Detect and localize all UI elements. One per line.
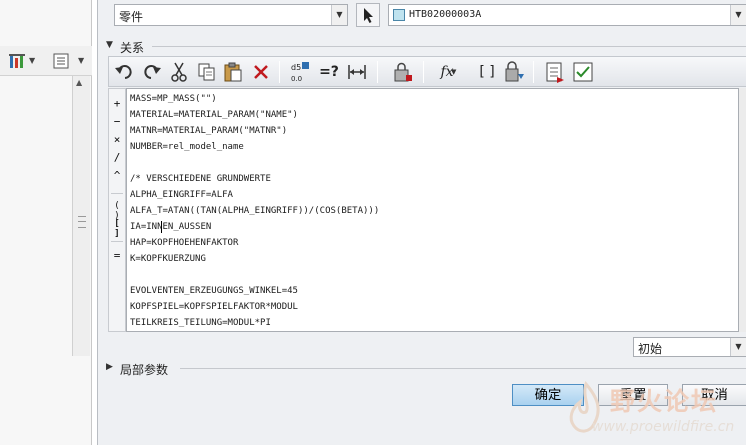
units-value: 初始 <box>638 342 663 356</box>
model-value: HTB02000003A <box>409 9 482 20</box>
relation-line: K=KOPFKUERZUNG <box>130 254 206 264</box>
equals-operator-button[interactable]: = <box>109 249 125 262</box>
toolbar-separator <box>279 61 280 83</box>
relation-line: HAP=KOPFHOEHENFAKTOR <box>130 238 239 248</box>
object-type-select[interactable]: 零件 ▼ <box>114 4 348 26</box>
tools-dropdown-icon[interactable]: ▼ <box>29 56 35 65</box>
object-type-value: 零件 <box>119 10 144 24</box>
delete-icon[interactable] <box>249 60 273 84</box>
chevron-down-icon[interactable]: ▼ <box>730 5 746 25</box>
evaluate-button[interactable]: =? <box>317 60 341 84</box>
paste-icon[interactable] <box>221 60 245 84</box>
relation-line: EVOLVENTEN_ERZEUGUNGS_WINKEL=45 <box>130 286 298 296</box>
divider <box>180 368 746 369</box>
relation-line: TEILKREIS_TEILUNG=MODUL*PI <box>130 318 271 328</box>
units-select[interactable]: 初始 ▼ <box>633 337 746 357</box>
show-icon[interactable] <box>543 60 567 84</box>
operator-column: + − × / ^ ( ) [ ] = <box>108 88 126 332</box>
reset-button[interactable]: 重置 <box>598 384 668 406</box>
parameters-button[interactable]: [ ] <box>475 60 499 84</box>
relation-line: MATERIAL=MATERIAL_PARAM("NAME") <box>130 110 298 120</box>
divide-operator-button[interactable]: / <box>109 151 125 164</box>
power-operator-button[interactable]: ^ <box>109 169 125 182</box>
left-panel: ▼ ▼ ▲ <box>0 0 92 445</box>
parentheses-operator-button[interactable]: ( ) <box>109 201 125 221</box>
plus-operator-button[interactable]: + <box>109 97 125 110</box>
relation-line: ALFA_T=ATAN((TAN(ALPHA_EINGRIFF))/(COS(B… <box>130 206 380 216</box>
chevron-down-icon[interactable]: ▼ <box>730 338 746 356</box>
divider <box>111 241 123 242</box>
check-icon[interactable] <box>571 60 595 84</box>
relations-editor[interactable]: MASS=MP_MASS("") MATERIAL=MATERIAL_PARAM… <box>126 88 739 332</box>
divider <box>152 46 746 47</box>
relation-line: KOPFSPIEL=KOPFSPIELFAKTOR*MODUL <box>130 302 298 312</box>
toolbar-separator <box>533 61 534 83</box>
relations-toolbar: d5 0.0 =? fx ▼ [ ] <box>108 56 746 87</box>
divider <box>111 193 123 194</box>
relation-line: NUMBER=rel_model_name <box>130 142 244 152</box>
local-params-section-label: 局部参数 <box>120 363 169 377</box>
undo-icon[interactable] <box>113 60 137 84</box>
pick-object-button[interactable] <box>356 3 380 27</box>
svg-text:d5: d5 <box>291 63 301 72</box>
list-dropdown-icon[interactable]: ▼ <box>78 56 84 65</box>
ok-button[interactable]: 确定 <box>512 384 584 406</box>
left-toolbar: ▼ ▼ <box>0 46 92 76</box>
editor-scrollbar[interactable] <box>739 88 746 332</box>
redo-icon[interactable] <box>139 60 163 84</box>
relations-section-header[interactable]: ▼ 关系 <box>104 38 746 55</box>
model-select[interactable]: HTB02000003A ▼ <box>388 4 746 26</box>
brackets-operator-button[interactable]: [ ] <box>109 219 125 239</box>
part-icon <box>393 9 405 21</box>
toolbar-separator <box>423 61 424 83</box>
scroll-up-icon[interactable]: ▲ <box>76 78 82 87</box>
multiply-operator-button[interactable]: × <box>109 133 125 146</box>
copy-icon[interactable] <box>195 60 219 84</box>
measure-icon[interactable] <box>345 60 369 84</box>
svg-text:0.0: 0.0 <box>291 75 302 83</box>
collapse-triangle-icon[interactable]: ▼ <box>106 40 113 50</box>
text-caret <box>161 221 162 233</box>
left-scrollbar[interactable]: ▲ <box>72 76 90 356</box>
relation-line: MASS=MP_MASS("") <box>130 94 217 104</box>
minus-operator-button[interactable]: − <box>109 115 125 128</box>
tools-icon[interactable] <box>8 52 26 70</box>
relations-section-label: 关系 <box>120 41 145 55</box>
cursor-arrow-icon <box>364 8 373 23</box>
cut-icon[interactable] <box>167 60 191 84</box>
cancel-button[interactable]: 取消 <box>682 384 746 406</box>
units-switch-icon[interactable]: d5 0.0 <box>289 60 313 84</box>
sort-icon[interactable] <box>503 60 527 84</box>
list-icon[interactable] <box>52 52 70 70</box>
relation-line: MATNR=MATERIAL_PARAM("MATNR") <box>130 126 288 136</box>
grip-icon[interactable] <box>78 216 86 228</box>
toolbar-separator <box>377 61 378 83</box>
chevron-down-icon[interactable]: ▼ <box>331 5 347 25</box>
relation-line: ALPHA_EINGRIFF=ALFA <box>130 190 233 200</box>
expand-triangle-icon[interactable]: ▶ <box>106 362 113 372</box>
relation-line: IA=INNEN_AUSSEN <box>130 222 212 232</box>
function-dropdown-icon[interactable]: ▼ <box>451 60 461 84</box>
local-params-section-header[interactable]: ▶ 局部参数 <box>104 360 746 377</box>
relations-dialog: 零件 ▼ HTB02000003A ▼ ▼ 关系 d5 0.0 =? fx ▼ … <box>97 0 746 445</box>
verify-icon[interactable] <box>391 60 415 84</box>
relation-line: /* VERSCHIEDENE GRUNDWERTE <box>130 174 271 184</box>
